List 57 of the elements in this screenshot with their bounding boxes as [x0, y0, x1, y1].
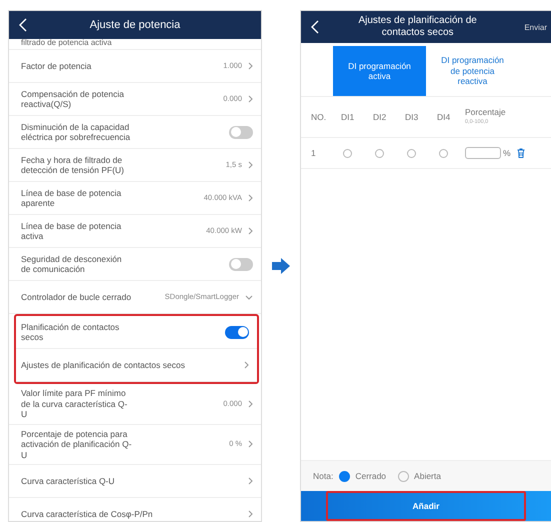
column-header: DI1	[341, 112, 356, 122]
radio-button[interactable]	[407, 148, 416, 158]
tab[interactable]: DI programación de potencia reactiva	[426, 46, 519, 96]
setting-label[interactable]: Ajustes de planificación de contactos secos	[21, 360, 244, 370]
chevron-right-icon	[248, 510, 253, 518]
chevron-right-icon	[248, 400, 253, 408]
row-number: 1	[311, 148, 317, 158]
setting-label: Disminución de la capacidad eléctrica por sobrefrecuencia	[21, 122, 132, 142]
setting-label[interactable]: Curva característica de Cosφ-P/Pn	[21, 508, 248, 520]
column-header: NO.	[311, 112, 328, 122]
setting-label: Fecha y hora de filtrado de detección de tensión PF(U)	[21, 154, 125, 176]
setting-label[interactable]: Curva característica Q-U	[21, 476, 248, 486]
back-icon[interactable]	[19, 18, 27, 32]
arrow-right-icon	[272, 258, 290, 274]
setting-label: Compensación de potencia reactiva(Q/S)	[21, 88, 126, 110]
radio-button[interactable]	[398, 470, 410, 482]
note-label: Nota:	[313, 471, 334, 481]
chevron-right-icon	[248, 477, 253, 485]
add-button[interactable]: Añadir	[326, 491, 526, 521]
radio-button[interactable]	[339, 470, 350, 482]
chevron-right-icon	[248, 95, 253, 103]
setting-label: Línea de base de potencia activa	[21, 220, 122, 242]
unit-label: %	[503, 148, 511, 158]
chevron-right-icon	[248, 227, 253, 235]
list-item-label: filtrado de potencia activa	[9, 39, 261, 50]
column-header: Porcentaje	[465, 107, 507, 117]
column-header: DI2	[373, 112, 388, 122]
trash-icon[interactable]	[516, 148, 525, 158]
toggle-switch[interactable]	[229, 126, 253, 138]
radio-label: Cerrado	[355, 471, 386, 481]
screen-title: Ajustes de planificación de contactos secos	[357, 15, 478, 39]
radio-button[interactable]	[375, 148, 384, 158]
screen-title: Ajuste de potencia	[88, 19, 182, 31]
percentage-field[interactable]	[465, 147, 501, 159]
setting-label: Controlador de bucle cerrado	[21, 292, 132, 302]
radio-button[interactable]	[439, 148, 448, 158]
chevron-down-icon	[245, 294, 253, 300]
setting-label: Línea de base de potencia aparente	[21, 188, 122, 208]
column-header: DI4	[437, 112, 452, 122]
setting-label: Seguridad de desconexión de comunicación	[21, 254, 123, 274]
chevron-right-icon	[244, 361, 249, 369]
setting-label: Valor límite para PF mínimo de la curva característica Q-U	[21, 388, 128, 420]
chevron-right-icon	[248, 194, 253, 202]
radio-label: Abierta	[414, 471, 441, 481]
setting-label: Porcentaje de potencia para activación de planificación Q-U	[21, 428, 133, 460]
toggle-switch[interactable]	[225, 326, 249, 338]
tab[interactable]: DI programación activa	[333, 46, 426, 96]
chevron-right-icon	[248, 440, 253, 448]
radio-button[interactable]	[343, 148, 352, 158]
back-icon[interactable]	[311, 20, 319, 34]
toggle-switch[interactable]	[229, 258, 253, 270]
chevron-right-icon	[248, 62, 253, 70]
chevron-right-icon	[248, 161, 253, 169]
send-link[interactable]: Enviar	[524, 22, 547, 32]
setting-label: Factor de potencia	[21, 60, 92, 72]
column-header: DI3	[405, 112, 420, 122]
setting-label: Planificación de contactos secos	[21, 322, 120, 342]
